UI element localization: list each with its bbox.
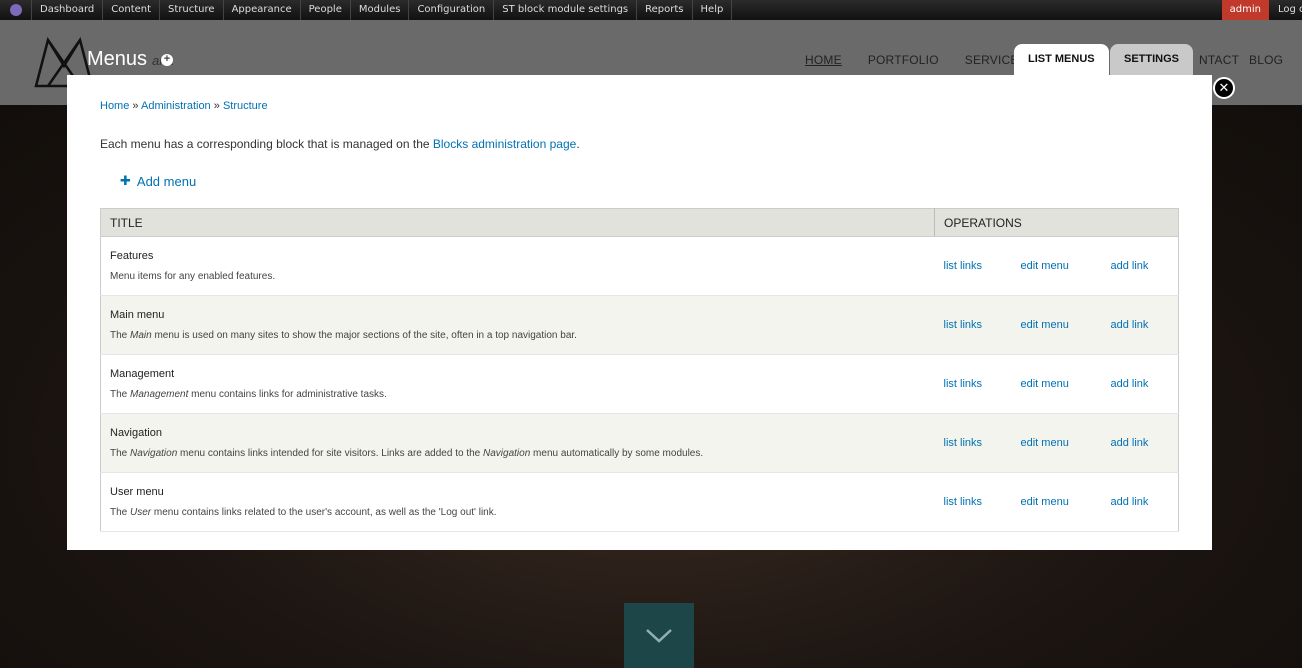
desc-emphasis: Management [130, 389, 189, 400]
breadcrumb-separator: » [213, 100, 220, 112]
toolbar-item-reports[interactable]: Reports [637, 0, 693, 20]
add-link-link[interactable]: add link [1111, 496, 1149, 508]
operations-cell: list links edit menu add link [934, 295, 1179, 355]
menu-title: Main menu [110, 309, 165, 321]
menu-title: Navigation [110, 427, 162, 439]
desc-emphasis: Main [130, 330, 152, 341]
nav-portfolio[interactable]: PORTFOLIO [868, 53, 939, 67]
desc-emphasis: User [130, 507, 152, 518]
blocks-admin-link[interactable]: Blocks administration page [433, 137, 576, 151]
edit-menu-link[interactable]: edit menu [1021, 496, 1111, 508]
edit-menu-link[interactable]: edit menu [1021, 437, 1111, 449]
toolbar-item-configuration[interactable]: Configuration [409, 0, 495, 20]
edit-menu-link[interactable]: edit menu [1021, 260, 1111, 272]
desc-part: menu contains links for administrative t… [188, 389, 387, 400]
breadcrumb-structure[interactable]: Structure [223, 100, 268, 112]
toolbar-item-st-block-settings[interactable]: ST block module settings [494, 0, 638, 20]
user-account-link[interactable]: admin [1221, 0, 1269, 20]
desc-part: Menu items for any enabled features. [110, 271, 276, 282]
desc-part: The [110, 448, 131, 459]
desc-part: menu is used on many sites to show the m… [151, 330, 577, 341]
table-row: Main menu The Main menu is used on many s… [100, 295, 1179, 355]
column-header-operations: OPERATIONS [934, 208, 1179, 237]
menu-description: Menu items for any enabled features. [110, 271, 926, 282]
operations-cell: list links edit menu add link [934, 472, 1179, 532]
close-overlay-button[interactable]: ✕ [1213, 77, 1235, 99]
close-icon: ✕ [1218, 80, 1230, 95]
toolbar-item-content[interactable]: Content [103, 0, 161, 20]
edit-menu-link[interactable]: edit menu [1021, 378, 1111, 390]
desc-part: The [110, 330, 131, 341]
overlay-dialog: Home » Administration » Structure Each m… [67, 75, 1212, 550]
intro-suffix: . [576, 137, 580, 151]
menu-title: User menu [110, 486, 164, 498]
list-links-link[interactable]: list links [944, 260, 1021, 272]
overlay-page-title: Menus [87, 48, 148, 70]
desc-part: menu automatically by some modules. [530, 448, 704, 459]
admin-toolbar: Dashboard Content Structure Appearance P… [0, 0, 1302, 20]
toolbar-item-structure[interactable]: Structure [160, 0, 224, 20]
edit-menu-link[interactable]: edit menu [1021, 319, 1111, 331]
title-cell: Features Menu items for any enabled featu… [100, 236, 935, 296]
breadcrumb-administration[interactable]: Administration [141, 100, 211, 112]
drupal-icon[interactable] [0, 0, 32, 20]
title-cell: Main menu The Main menu is used on many s… [100, 295, 935, 355]
desc-emphasis: Navigation [130, 448, 178, 459]
menu-description: The User menu contains links related to … [110, 507, 926, 518]
nav-home[interactable]: HOME [805, 53, 842, 67]
menu-title: Management [110, 368, 175, 380]
intro-prefix: Each menu has a corresponding block that… [100, 137, 433, 151]
logout-link[interactable]: Log out [1269, 0, 1302, 20]
operations-cell: list links edit menu add link [934, 354, 1179, 414]
menu-description: The Navigation menu contains links inten… [110, 448, 926, 459]
plus-icon: ✚ [120, 173, 131, 188]
desc-part: menu contains links related to the user'… [151, 507, 497, 518]
toolbar-item-appearance[interactable]: Appearance [224, 0, 301, 20]
add-menu-button[interactable]: ✚ Add menu [120, 173, 196, 189]
menu-title: Features [110, 250, 154, 262]
scroll-down-button[interactable] [624, 603, 694, 668]
chevron-down-icon [646, 628, 672, 643]
table-row: Navigation The Navigation menu contains l… [100, 413, 1179, 473]
tab-list-menus[interactable]: LIST MENUS [1014, 44, 1109, 75]
add-link-link[interactable]: add link [1111, 378, 1149, 390]
intro-text: Each menu has a corresponding block that… [100, 137, 580, 151]
list-links-link[interactable]: list links [944, 496, 1021, 508]
tab-settings[interactable]: SETTINGS [1110, 44, 1194, 75]
title-cell: Navigation The Navigation menu contains l… [100, 413, 935, 473]
toolbar-item-people[interactable]: People [301, 0, 351, 20]
table-row: Management The Management menu contains l… [100, 354, 1179, 414]
breadcrumb: Home » Administration » Structure [100, 100, 268, 112]
desc-part: menu contains links intended for site vi… [177, 448, 484, 459]
menu-description: The Management menu contains links for a… [110, 389, 926, 400]
toolbar-item-modules[interactable]: Modules [351, 0, 410, 20]
menu-description: The Main menu is used on many sites to s… [110, 330, 926, 341]
desc-emphasis: Navigation [483, 448, 531, 459]
add-link-link[interactable]: add link [1111, 319, 1149, 331]
menus-table: TITLE OPERATIONS Features Menu items for … [100, 208, 1179, 532]
title-cell: User menu The User menu contains links re… [100, 472, 935, 532]
list-links-link[interactable]: list links [944, 437, 1021, 449]
table-row: User menu The User menu contains links re… [100, 472, 1179, 532]
operations-cell: list links edit menu add link [934, 236, 1179, 296]
breadcrumb-home[interactable]: Home [100, 100, 129, 112]
nav-contact[interactable]: NTACT [1199, 53, 1239, 67]
add-link-link[interactable]: add link [1111, 260, 1149, 272]
desc-part: The [110, 389, 131, 400]
table-row: Features Menu items for any enabled featu… [100, 236, 1179, 296]
column-header-title: TITLE [100, 208, 935, 237]
add-shortcut-icon[interactable]: + [161, 54, 173, 66]
toolbar-item-dashboard[interactable]: Dashboard [32, 0, 104, 20]
list-links-link[interactable]: list links [944, 319, 1021, 331]
breadcrumb-separator: » [132, 100, 139, 112]
operations-cell: list links edit menu add link [934, 413, 1179, 473]
list-links-link[interactable]: list links [944, 378, 1021, 390]
toolbar-item-help[interactable]: Help [693, 0, 733, 20]
add-link-link[interactable]: add link [1111, 437, 1149, 449]
add-menu-label: Add menu [136, 173, 197, 189]
title-cell: Management The Management menu contains l… [100, 354, 935, 414]
desc-part: The [110, 507, 131, 518]
nav-blog[interactable]: BLOG [1249, 53, 1283, 67]
